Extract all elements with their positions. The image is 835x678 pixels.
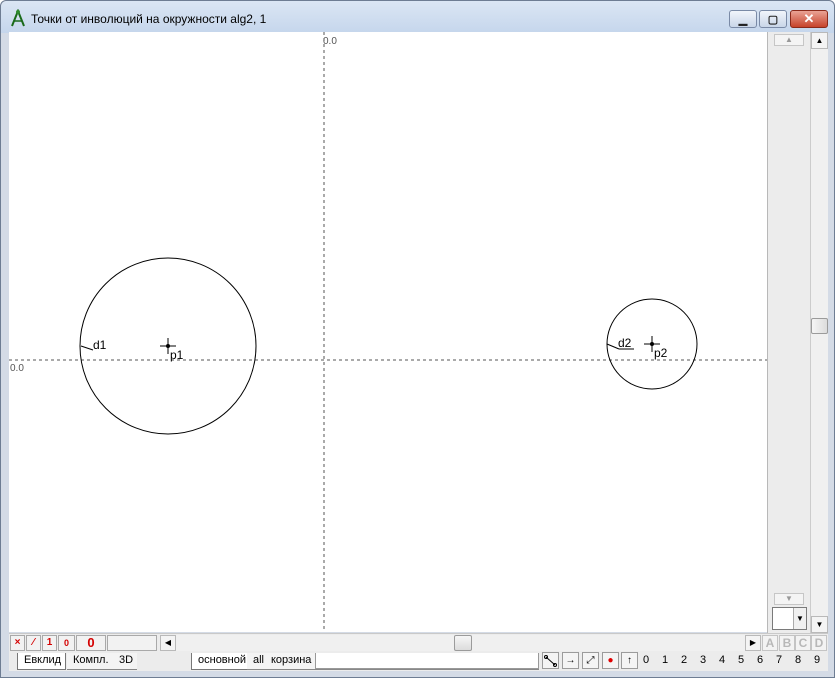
number-button-2[interactable]: 2 (677, 654, 691, 666)
number-button-7[interactable]: 7 (772, 654, 786, 666)
tab-trash[interactable]: корзина (265, 653, 316, 670)
point-label-p2: p2 (654, 346, 668, 360)
number-button-9[interactable]: 9 (810, 654, 824, 666)
zero-button[interactable]: 0 (58, 635, 75, 651)
maximize-icon: ▢ (767, 13, 779, 26)
main-window: Точки от инволюций на окружности alg2, 1… (0, 0, 835, 678)
close-button[interactable]: ✕ (790, 10, 828, 28)
tab-euclid[interactable]: Евклид (17, 653, 67, 670)
x-axis-origin-label: 0.0 (10, 363, 24, 374)
side-panel-up-button[interactable]: ▲ (774, 34, 804, 46)
layer-button-c[interactable]: C (795, 635, 811, 651)
horizontal-scroll-thumb[interactable] (454, 635, 472, 651)
diameter-d1[interactable] (80, 345, 94, 351)
layer-button-b[interactable]: B (779, 635, 795, 651)
number-button-8[interactable]: 8 (791, 654, 805, 666)
geometry-tabs: Евклид Компл. 3D (17, 653, 183, 670)
maximize-button[interactable]: ▢ (759, 10, 787, 28)
one-button[interactable]: 1 (42, 635, 57, 651)
minimize-icon: ▁ (738, 13, 748, 26)
side-panel-down-button[interactable]: ▼ (774, 593, 804, 605)
window-title: Точки от инволюций на окружности alg2, 1 (31, 12, 267, 26)
layer-button-a[interactable]: A (762, 635, 778, 651)
slash-button[interactable]: ⁄ (26, 635, 41, 651)
number-button-5[interactable]: 5 (734, 654, 748, 666)
tab-complex[interactable]: Компл. (67, 653, 113, 670)
compass-icon[interactable] (9, 9, 27, 27)
horizontal-scrollbar[interactable]: ◀ ▶ (160, 635, 761, 651)
tab-main[interactable]: основной (191, 653, 251, 670)
arrow-right-icon[interactable]: → (562, 652, 579, 669)
y-axis-origin-label: 0.0 (323, 36, 337, 47)
side-panel-combo[interactable]: ▼ (772, 607, 807, 630)
red-dot-icon[interactable]: ● (602, 652, 619, 669)
bottom-toolbar: × ⁄ 1 0 0 ◀ ▶ A B C D (9, 633, 828, 651)
status-field (107, 635, 157, 651)
number-button-4[interactable]: 4 (715, 654, 729, 666)
point-label-p1: p1 (170, 348, 184, 362)
scroll-up-button[interactable]: ▲ (811, 32, 828, 49)
vertical-scroll-thumb[interactable] (811, 318, 828, 334)
close-icon: ✕ (803, 11, 815, 26)
title-bar[interactable]: Точки от инволюций на окружности alg2, 1… (1, 1, 834, 33)
scroll-down-button[interactable]: ▼ (811, 616, 828, 633)
counter-display: 0 (76, 635, 106, 651)
number-button-3[interactable]: 3 (696, 654, 710, 666)
up-arrow-icon[interactable]: ↑ (621, 652, 638, 669)
tab-strip-fill (315, 653, 539, 669)
side-panel: ▲ ▼ ▼ (767, 32, 810, 634)
delete-button[interactable]: × (10, 635, 25, 651)
diameter-label-d1: d1 (93, 338, 107, 352)
tab-bar: Евклид Компл. 3D основной all корзина → … (9, 651, 828, 671)
number-button-1[interactable]: 1 (658, 654, 672, 666)
diameter-label-d2: d2 (618, 336, 632, 350)
drawing-canvas[interactable]: 0.0 0.0 d1 p1 d2 p2 (9, 32, 767, 632)
number-button-6[interactable]: 6 (753, 654, 767, 666)
diagonal-arrow-icon[interactable]: ⤢ (582, 652, 599, 669)
scroll-right-button[interactable]: ▶ (745, 635, 761, 651)
layer-button-d[interactable]: D (811, 635, 827, 651)
tab-3d[interactable]: 3D (113, 653, 138, 670)
scroll-left-button[interactable]: ◀ (160, 635, 176, 651)
minimize-button[interactable]: ▁ (729, 10, 757, 28)
chevron-down-icon[interactable]: ▼ (793, 608, 806, 629)
vertical-scrollbar[interactable]: ▲ ▼ (810, 32, 828, 634)
line-segment-icon[interactable] (542, 652, 559, 669)
sheet-tabs: основной all корзина (191, 653, 539, 670)
number-button-0[interactable]: 0 (639, 654, 653, 666)
